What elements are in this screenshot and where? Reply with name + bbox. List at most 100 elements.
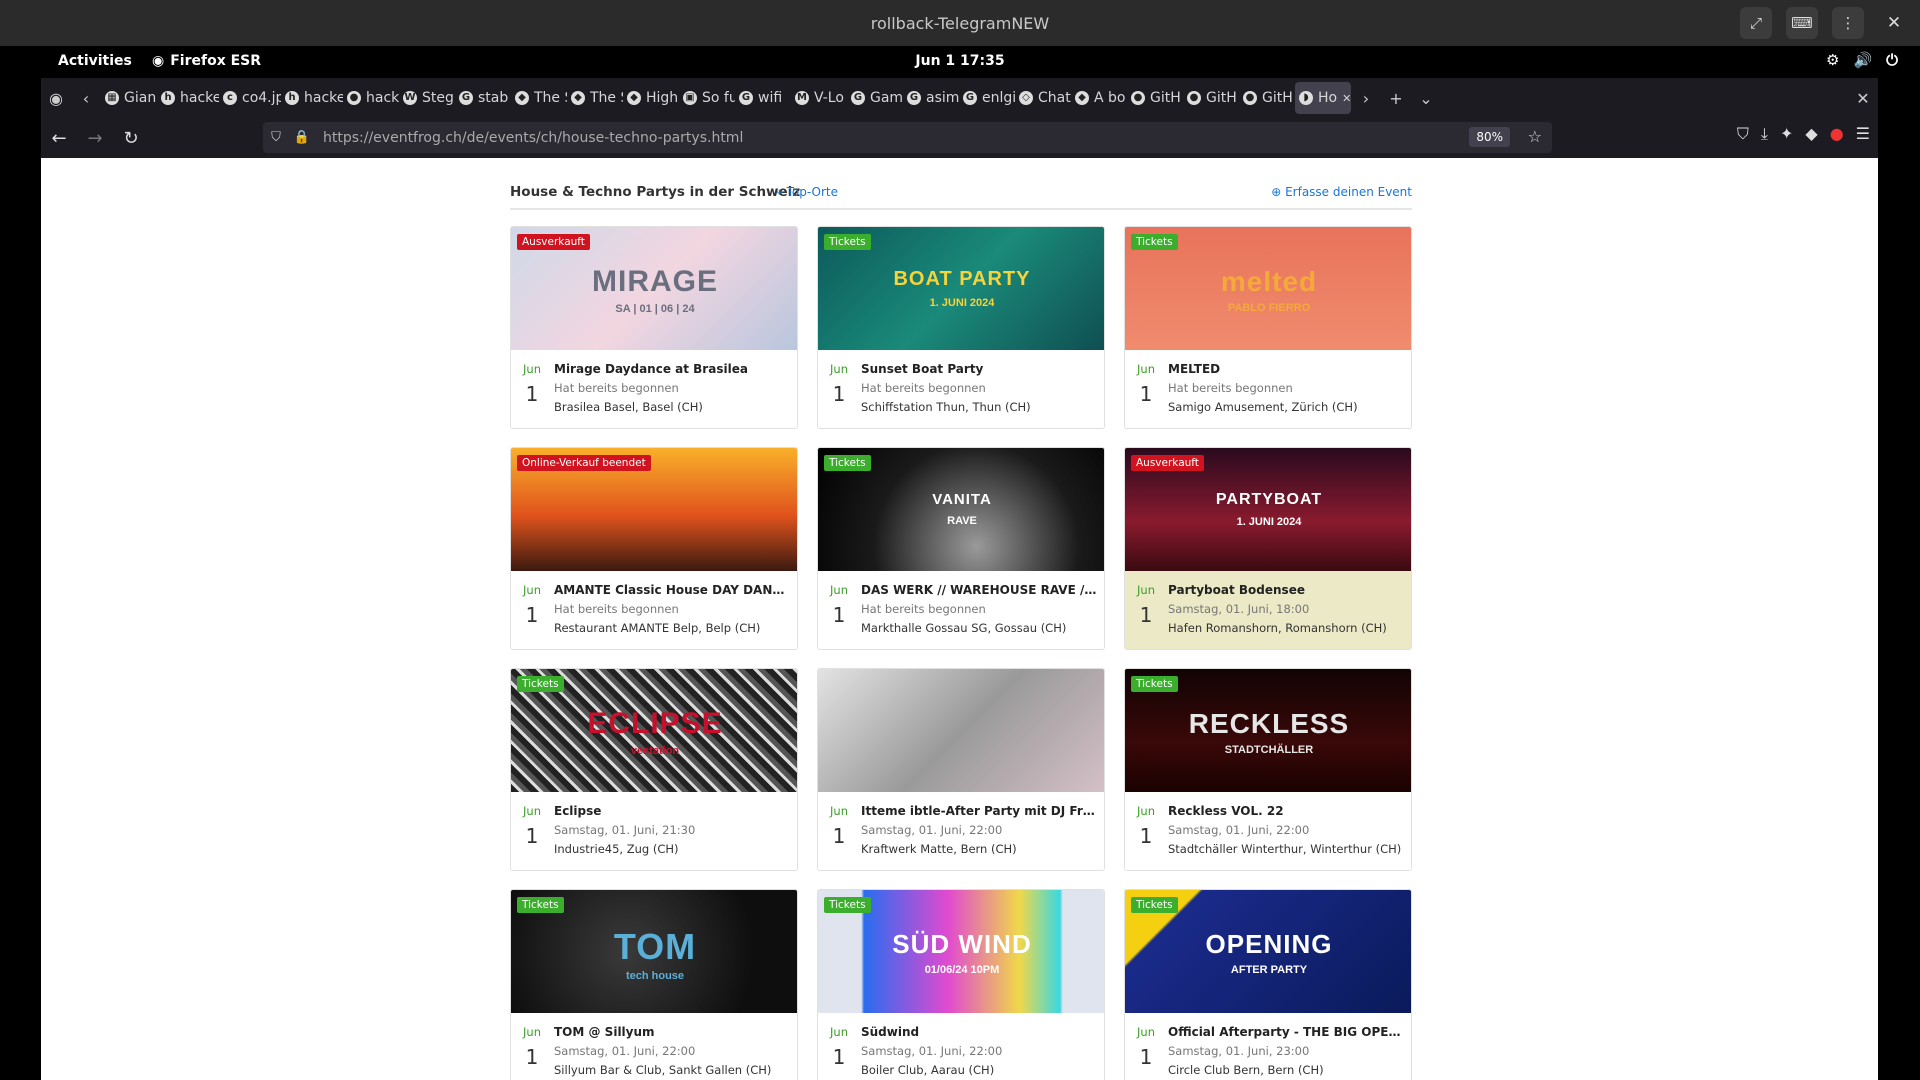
event-card[interactable]: Ausverkauft PARTYBOAT 1. JUNI 2024 Jun 1 Part… — [1124, 447, 1412, 650]
reload-icon[interactable]: ↻ — [113, 128, 149, 149]
tab-13[interactable]: G Gam — [847, 82, 903, 114]
tab-2[interactable]: c co4.jpg — [219, 82, 281, 114]
system-tray[interactable]: ⚙ 🔊 ⏻ — [1826, 51, 1898, 69]
tab-9[interactable]: ◆ High — [623, 82, 679, 114]
tab-favicon-icon: ● — [347, 91, 361, 105]
event-image[interactable]: Tickets SÜD WIND 01/06/24 10PM — [818, 890, 1104, 1013]
close-window-icon[interactable]: ✕ — [1848, 89, 1878, 108]
tab-17[interactable]: ◆ A bo — [1071, 82, 1127, 114]
event-card[interactable]: Ausverkauft MIRAGE SA | 01 | 06 | 24 Jun 1 Mi… — [510, 226, 798, 429]
download-icon[interactable]: ⤓ — [1761, 124, 1768, 144]
tab-4[interactable]: ● hack — [343, 82, 399, 114]
event-image[interactable]: Online-Verkauf beendet — [511, 448, 797, 571]
back-icon[interactable]: ← — [41, 128, 77, 149]
event-card[interactable]: Jun 1 Itteme ibtle-After Party mit DJ Free… — [817, 668, 1105, 871]
top-places-link[interactable]: ⌖ Top-Orte — [776, 185, 838, 200]
event-name[interactable]: Official Afterparty - THE BIG OPENING (P… — [1168, 1025, 1406, 1039]
event-card[interactable]: Tickets TOM tech house Jun 1 TOM @ Sillyum Sam… — [510, 889, 798, 1080]
event-name[interactable]: AMANTE Classic House DAY DANCE (part 4) — [554, 583, 792, 597]
hamburger-menu-icon[interactable]: ☰ — [1856, 124, 1870, 144]
clock[interactable]: Jun 1 17:35 — [0, 53, 1920, 69]
tab-15[interactable]: Genlgi — [959, 82, 1015, 114]
url-bar[interactable]: ⛉ 🔒 https://eventfrog.ch/de/events/ch/ho… — [263, 122, 1552, 153]
extensions-icon[interactable]: ✦ — [1780, 124, 1793, 144]
lock-icon[interactable]: 🔒 — [289, 130, 315, 145]
event-venue: Stadtchäller Winterthur, Winterthur (CH) — [1168, 842, 1402, 856]
tab-12[interactable]: M V-Lo — [791, 82, 847, 114]
event-image[interactable]: Tickets BOAT PARTY 1. JUNI 2024 — [818, 227, 1104, 350]
event-image[interactable]: Tickets OPENING AFTER PARTY — [1125, 890, 1411, 1013]
tab-label: Gam — [870, 90, 903, 106]
event-month: Jun — [523, 362, 541, 376]
tab-close-icon[interactable]: ✕ — [1342, 92, 1351, 105]
new-tab-icon[interactable]: + — [1381, 89, 1411, 108]
event-image[interactable]: Ausverkauft MIRAGE SA | 01 | 06 | 24 — [511, 227, 797, 350]
forward-icon[interactable]: → — [77, 128, 113, 149]
tabs-scroll-left-icon[interactable]: ‹ — [71, 89, 101, 108]
menu-icon[interactable]: ⋮ — [1832, 7, 1864, 39]
event-image[interactable] — [818, 669, 1104, 792]
tab-21[interactable]: ◗ Ho ✕ — [1295, 82, 1351, 114]
event-name[interactable]: Itteme ibtle-After Party mit DJ Free Que… — [861, 804, 1099, 818]
event-card[interactable]: Tickets RECKLESS STADTCHÄLLER Jun 1 Reckless … — [1124, 668, 1412, 871]
event-image[interactable]: Ausverkauft PARTYBOAT 1. JUNI 2024 — [1125, 448, 1411, 571]
event-name[interactable]: TOM @ Sillyum — [554, 1025, 792, 1039]
event-time: Hat bereits begonnen — [1168, 381, 1293, 395]
bookmark-star-icon[interactable]: ☆ — [1528, 127, 1542, 146]
pocket-icon[interactable]: ⛉ — [1737, 124, 1749, 144]
tab-16[interactable]: ◇ Chat — [1015, 82, 1071, 114]
firefox-view-icon[interactable]: ◉ — [41, 89, 71, 108]
tab-6[interactable]: Gstab — [455, 82, 511, 114]
tab-18[interactable]: ● GitH — [1127, 82, 1183, 114]
event-month: Jun — [523, 1025, 541, 1039]
url-text[interactable]: https://eventfrog.ch/de/events/ch/house-… — [323, 130, 743, 146]
event-name[interactable]: DAS WERK // WAREHOUSE RAVE // VANITA ... — [861, 583, 1099, 597]
extension-icon[interactable]: ◆ — [1805, 124, 1817, 144]
tab-1[interactable]: h hackers — [157, 82, 219, 114]
tab-10[interactable]: ▣ So fu — [679, 82, 735, 114]
event-art-title: PARTYBOAT — [1215, 490, 1323, 508]
event-name[interactable]: Mirage Daydance at Brasilea — [554, 362, 792, 376]
event-card[interactable]: Tickets ECLIPSE vestation Jun 1 Eclipse Samsta… — [510, 668, 798, 871]
tab-14[interactable]: Gasim — [903, 82, 959, 114]
tab-5[interactable]: W Steg — [399, 82, 455, 114]
events-section: House & Techno Partys in der Schweiz ⌖ T… — [510, 158, 1412, 1080]
tabs-scroll-right-icon[interactable]: › — [1351, 89, 1381, 108]
keyboard-icon[interactable]: ⌨ — [1786, 7, 1818, 39]
create-event-link[interactable]: ⊕ Erfasse deinen Event — [1271, 185, 1412, 199]
event-name[interactable]: MELTED — [1168, 362, 1406, 376]
tab-20[interactable]: ● GitH — [1239, 82, 1295, 114]
event-image[interactable]: Tickets TOM tech house — [511, 890, 797, 1013]
ublock-icon[interactable]: ● — [1830, 124, 1844, 144]
event-date: Jun 1 — [827, 583, 851, 627]
tab-11[interactable]: Gwifi — [735, 82, 791, 114]
close-icon[interactable]: ✕ — [1878, 13, 1910, 33]
fullscreen-icon[interactable]: ⤢ — [1740, 7, 1772, 39]
event-name[interactable]: Südwind — [861, 1025, 1099, 1039]
event-card[interactable]: Tickets OPENING AFTER PARTY Jun 1 Official Af… — [1124, 889, 1412, 1080]
event-card[interactable]: Tickets BOAT PARTY 1. JUNI 2024 Jun 1 Sunset … — [817, 226, 1105, 429]
tab-7[interactable]: ◆ The S — [511, 82, 567, 114]
event-card[interactable]: Tickets VANITA RAVE Jun 1 DAS WERK // WAREHOU… — [817, 447, 1105, 650]
event-image[interactable]: Tickets VANITA RAVE — [818, 448, 1104, 571]
event-name[interactable]: Sunset Boat Party — [861, 362, 1099, 376]
event-image[interactable]: Tickets RECKLESS STADTCHÄLLER — [1125, 669, 1411, 792]
event-name[interactable]: Reckless VOL. 22 — [1168, 804, 1406, 818]
event-card[interactable]: Tickets melted PABLO FIERRO Jun 1 MELTED Hat b… — [1124, 226, 1412, 429]
event-image[interactable]: Tickets ECLIPSE vestation — [511, 669, 797, 792]
tab-8[interactable]: ◆ The S — [567, 82, 623, 114]
shield-icon[interactable]: ⛉ — [263, 130, 289, 145]
event-name[interactable]: Eclipse — [554, 804, 792, 818]
tab-19[interactable]: ● GitH — [1183, 82, 1239, 114]
event-card[interactable]: Online-Verkauf beendet Jun 1 AMANTE Classic… — [510, 447, 798, 650]
tab-3[interactable]: h hackers — [281, 82, 343, 114]
event-time: Samstag, 01. Juni, 22:00 — [554, 1044, 696, 1058]
event-image[interactable]: Tickets melted PABLO FIERRO — [1125, 227, 1411, 350]
event-venue: Schiffstation Thun, Thun (CH) — [861, 400, 1031, 414]
tab-0[interactable]: ▦ Gian — [101, 82, 157, 114]
event-name[interactable]: Partyboat Bodensee — [1168, 583, 1406, 597]
event-card[interactable]: Tickets SÜD WIND 01/06/24 10PM Jun 1 Südwind S… — [817, 889, 1105, 1080]
event-venue: Markthalle Gossau SG, Gossau (CH) — [861, 621, 1067, 635]
list-all-tabs-icon[interactable]: ⌄ — [1411, 89, 1441, 108]
zoom-indicator[interactable]: 80% — [1469, 127, 1510, 147]
